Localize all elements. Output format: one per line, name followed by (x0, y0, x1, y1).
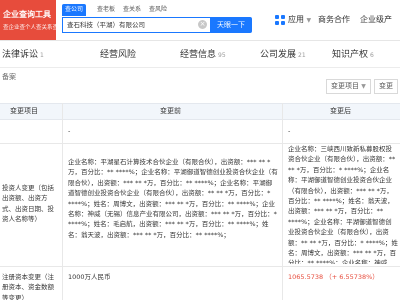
row-after-cell: 企业名称：三峡西川致新私募股权投资合伙企业（有限合伙），出资额：** ** *万… (288, 145, 398, 264)
row-before-cell: - (68, 127, 71, 135)
search-tab-risk[interactable]: 查风险 (146, 4, 170, 16)
section-label: 备案 (2, 73, 16, 81)
tab-legal-label: 法律诉讼 (2, 50, 39, 60)
nav-apps-label: 应用 (288, 15, 304, 24)
search-tab-relation[interactable]: 查关系 (120, 4, 144, 16)
tab-company-development[interactable]: 公司发展 21 (260, 47, 306, 60)
tab-legal-count: 1 (40, 52, 44, 59)
logo-title: 企业查询工具 (3, 10, 51, 19)
tab-operation-risk-label: 经营风险 (100, 50, 137, 60)
search-button[interactable]: 天眼一下 (210, 17, 252, 33)
tab-operation-risk[interactable]: 经营风险 (100, 47, 138, 60)
filter-change-item[interactable]: 变更项目 ▼ (326, 79, 371, 94)
chevron-down-icon: ▼ (306, 17, 312, 24)
search-input[interactable]: 查石科技（平湖）有限公司 (62, 17, 210, 33)
nav-cooperation[interactable]: 商务合作 (318, 14, 350, 25)
tab-operation-info[interactable]: 经营信息 95 (180, 47, 226, 60)
tab-company-development-count: 21 (298, 52, 306, 59)
row-item-cell: 投资人变更（包括出资额、出资方式、出资日期、投资人名称等） (2, 184, 54, 224)
top-header: 企业查询工具 查企业查个人查关系查风险就上企查查 查公司 查老板 查关系 查风险… (0, 0, 400, 41)
filter-change-time-label: 变更 (379, 82, 393, 90)
site-logo[interactable]: 企业查询工具 查企业查个人查关系查风险就上企查查 (0, 0, 56, 40)
table-row: - - (0, 118, 400, 144)
chevron-down-icon: ▼ (361, 83, 366, 90)
row-after-cell: - (288, 127, 291, 135)
tab-legal[interactable]: 法律诉讼 1 (2, 47, 44, 60)
apps-grid-icon[interactable] (275, 15, 285, 25)
search-tab-boss[interactable]: 查老板 (94, 4, 118, 16)
nav-enterprise[interactable]: 企业级产 (360, 14, 392, 25)
registered-capital-after: 1065.5738 (288, 273, 324, 281)
table-row: 注册资本变更（注册资本、资金数额等变更） 1000万人民币 1065.5738 … (0, 266, 400, 300)
filter-change-item-label: 变更项目 (331, 82, 359, 90)
nav-apps[interactable]: 应用 ▼ (288, 14, 311, 25)
filter-change-time[interactable]: 变更 (374, 79, 398, 94)
tab-operation-info-count: 95 (218, 52, 226, 59)
column-header-before: 变更前 (160, 107, 181, 115)
clear-icon[interactable]: × (198, 20, 207, 29)
tab-operation-info-label: 经营信息 (180, 50, 217, 60)
search-tab-company[interactable]: 查公司 (62, 4, 87, 16)
category-tabs: 法律诉讼 1 经营风险 经营信息 95 公司发展 21 知识产权 6 (0, 41, 400, 68)
row-after-cell: 1065.5738 （+ 6.55738%） (288, 272, 398, 282)
table-row: 投资人变更（包括出资额、出资方式、出资日期、投资人名称等） 企业名称：平湖星石计… (0, 143, 400, 267)
tab-intellectual-property-label: 知识产权 (332, 50, 369, 60)
logo-slogan: 查企业查个人查关系查风险就上企查查 (3, 25, 56, 31)
column-header-item: 变更项目 (10, 107, 38, 115)
row-item-cell: 注册资本变更（注册资本、资金数额等变更） (2, 273, 54, 300)
tab-intellectual-property-count: 6 (370, 52, 374, 59)
tab-intellectual-property[interactable]: 知识产权 6 (332, 47, 374, 60)
column-header-after: 变更后 (330, 107, 351, 115)
registered-capital-change: （+ 6.55738%） (325, 273, 379, 281)
row-before-cell: 企业名称：平湖星石计算技术合伙企业（有限合伙），出资额：*** ** *万，百分… (68, 158, 278, 239)
tab-company-development-label: 公司发展 (260, 50, 297, 60)
row-before-cell: 1000万人民币 (68, 273, 111, 281)
